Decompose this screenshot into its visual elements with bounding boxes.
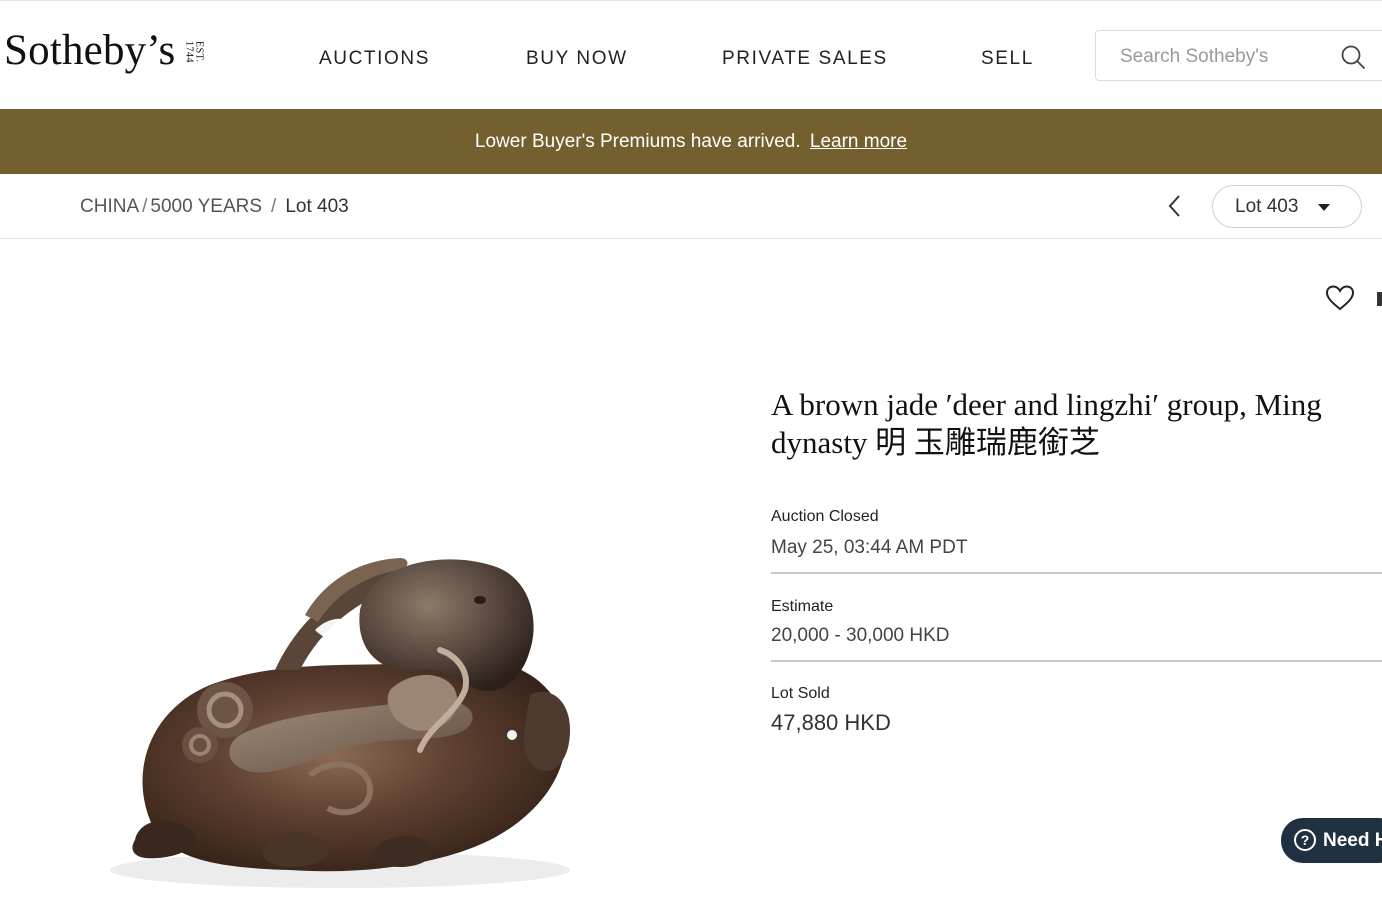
auction-status-date: May 25, 03:44 AM PDT (771, 537, 968, 558)
caret-down-icon (1318, 204, 1330, 211)
estimate-block: Estimate 20,000 - 30,000 HKD (771, 597, 1382, 649)
lot-sold-block: Lot Sold 47,880 HKD (771, 684, 1382, 736)
estimate-value: 20,000 - 30,000 HKD (771, 625, 950, 646)
divider (771, 572, 1382, 574)
breadcrumb: CHINA/5000 YEARS / Lot 403 (80, 194, 349, 220)
help-icon: ? (1294, 829, 1316, 851)
need-help-label: Need H (1323, 830, 1382, 851)
estimate-label: Estimate (771, 598, 834, 615)
share-icon[interactable] (1377, 292, 1382, 306)
search-box (1095, 30, 1382, 81)
promo-banner: Lower Buyer's Premiums have arrived. Lea… (0, 109, 1382, 174)
nav-buy-now[interactable]: BUY NOW (526, 45, 628, 73)
sothebys-logo[interactable]: Sotheby’s EST. 1744 (4, 25, 205, 81)
search-input[interactable] (1118, 41, 1322, 73)
breadcrumb-china[interactable]: CHINA (80, 196, 139, 217)
lot-dropdown-value: Lot 403 (1235, 196, 1299, 217)
lot-sold-label: Lot Sold (771, 685, 830, 702)
breadcrumb-5000-years[interactable]: 5000 YEARS (150, 196, 262, 217)
banner-text: Lower Buyer's Premiums have arrived. (474, 131, 801, 152)
logo-est-mark: EST. 1744 (183, 41, 205, 63)
lot-sold-value: 47,880 HKD (771, 710, 891, 735)
site-header: Sotheby’s EST. 1744 AUCTIONS BUY NOW PRI… (0, 0, 1382, 108)
auction-status: Auction Closed May 25, 03:44 AM PDT (771, 507, 1382, 561)
auction-status-label: Auction Closed (771, 508, 879, 525)
learn-more-link[interactable]: Learn more (810, 131, 907, 152)
lot-dropdown[interactable]: Lot 403 (1212, 185, 1362, 228)
lot-image[interactable] (60, 520, 620, 893)
breadcrumb-lot: Lot 403 (285, 196, 349, 217)
lot-title: A brown jade ′deer and lingzhi′ group, M… (771, 387, 1322, 460)
nav-auctions[interactable]: AUCTIONS (319, 45, 430, 73)
nav-private-sales[interactable]: PRIVATE SALES (722, 45, 888, 73)
chevron-left-icon[interactable] (1162, 192, 1188, 220)
logo-wordmark: Sotheby’s (4, 27, 176, 74)
heart-icon[interactable] (1325, 284, 1355, 312)
search-icon[interactable] (1340, 44, 1366, 70)
need-help-button[interactable]: ? Need H (1281, 818, 1382, 863)
jade-deer-image (110, 558, 570, 888)
breadcrumb-divider: / (142, 196, 148, 217)
breadcrumb-divider: / (271, 196, 277, 217)
nav-sell[interactable]: SELL (981, 45, 1034, 73)
breadcrumb-bar: CHINA/5000 YEARS / Lot 403 Lot 403 (0, 174, 1382, 239)
divider (771, 660, 1382, 662)
